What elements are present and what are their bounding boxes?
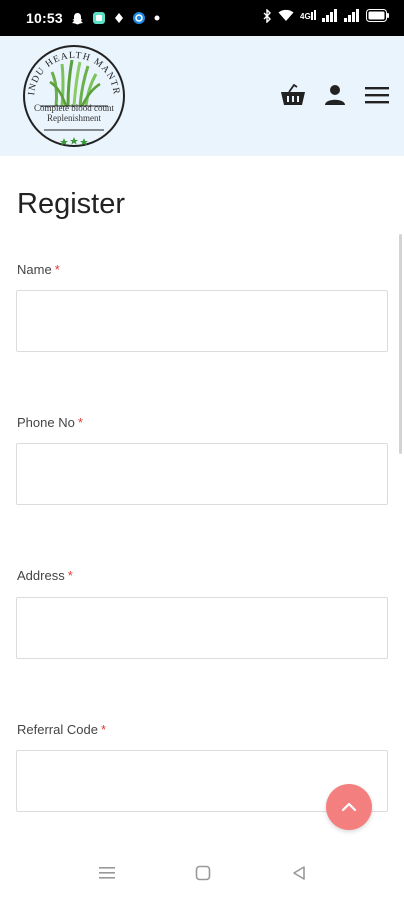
referral-code-label-text: Referral Code <box>17 722 98 737</box>
system-nav-bar <box>0 846 404 900</box>
svg-text:4G: 4G <box>300 12 311 21</box>
snapchat-icon <box>71 12 84 25</box>
phone-label: Phone No * <box>17 415 83 430</box>
register-form: Register Name * Phone No * Address * Referr… <box>0 156 404 846</box>
back-icon[interactable] <box>289 863 309 883</box>
address-label-text: Address <box>17 568 65 583</box>
status-time: 10:53 <box>26 10 63 26</box>
wifi-icon <box>278 9 294 27</box>
status-bar: 10:53 4G <box>0 0 404 36</box>
bluetooth-icon <box>262 7 272 28</box>
home-icon[interactable] <box>193 863 213 883</box>
user-icon[interactable] <box>322 82 348 108</box>
basket-icon[interactable] <box>280 82 306 108</box>
logo-graphic: HINDU HEALTH MANTRA <box>16 35 125 147</box>
header-actions <box>280 82 390 108</box>
address-input[interactable] <box>16 597 388 659</box>
address-label: Address * <box>17 568 73 583</box>
volte-icon: 4G <box>300 9 316 27</box>
grass-icon <box>49 59 101 107</box>
dot-icon <box>114 12 124 24</box>
more-dot-icon <box>154 15 160 21</box>
signal-icon <box>344 9 360 27</box>
referral-code-label: Referral Code * <box>17 722 106 737</box>
logo-tagline-line1: Complete blood count <box>34 103 114 113</box>
status-left: 10:53 <box>26 10 160 26</box>
phone-input[interactable] <box>16 443 388 505</box>
chevron-up-icon <box>341 802 357 812</box>
name-input[interactable] <box>16 290 388 352</box>
name-label: Name * <box>17 262 60 277</box>
phone-label-text: Phone No <box>17 415 75 430</box>
recents-icon[interactable] <box>97 863 117 883</box>
required-mark: * <box>67 568 73 583</box>
required-mark: * <box>54 262 60 277</box>
scrollbar[interactable] <box>399 234 402 454</box>
scroll-to-top-button[interactable] <box>326 784 372 830</box>
status-right: 4G <box>262 7 390 28</box>
site-logo[interactable]: HINDU HEALTH MANTRA <box>16 35 128 150</box>
required-mark: * <box>100 722 106 737</box>
page-title: Register <box>17 188 125 220</box>
name-label-text: Name <box>17 262 52 277</box>
battery-icon <box>366 9 390 27</box>
signal-icon <box>322 9 338 27</box>
logo-tagline: Complete blood count Replenishment <box>22 103 126 123</box>
menu-icon[interactable] <box>364 82 390 108</box>
site-header: HINDU HEALTH MANTRA Complete b <box>0 35 404 156</box>
logo-tagline-line2: Replenishment <box>47 113 101 123</box>
app-icon <box>92 11 106 25</box>
browser-icon <box>132 11 146 25</box>
required-mark: * <box>77 415 83 430</box>
